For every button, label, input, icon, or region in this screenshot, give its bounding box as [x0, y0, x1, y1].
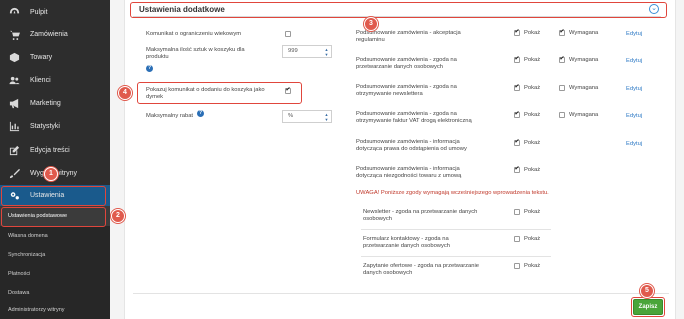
- consent-required-checkbox[interactable]: [559, 28, 565, 36]
- warning-text: UWAGA! Poniższe zgody wymagają wcześniej…: [356, 190, 549, 196]
- consent-required-checkbox[interactable]: [559, 85, 565, 91]
- consent-required-checkbox[interactable]: [559, 55, 565, 63]
- divider: [361, 256, 551, 257]
- sidebar: Pulpit Zamówienia Towary Klienci Marketi…: [0, 0, 110, 319]
- brush-icon: [8, 167, 20, 179]
- sidebar-item-marketing[interactable]: Marketing: [0, 92, 110, 114]
- subnav-synchronizacja[interactable]: Synchronizacja: [0, 245, 110, 265]
- spinner-arrows-icon[interactable]: ▲ ▼: [324, 47, 329, 57]
- subnav-administratorzy-witryny[interactable]: Administratorzy witryny: [0, 300, 110, 319]
- consent-label: Podsumowanie zamówienia - zgoda na przet…: [356, 57, 457, 70]
- annotation-box-popup: [137, 82, 302, 104]
- subnav-platnosci[interactable]: Płatności: [0, 264, 110, 284]
- consent-label: Podsumowanie zamówienia - akceptacja reg…: [356, 30, 461, 43]
- extra-consent-show-label: Pokaż: [524, 236, 541, 242]
- consent-show-checkbox[interactable]: [514, 83, 520, 91]
- max-qty-label: Maksymalna ilość sztuk w koszyku dla pro…: [146, 47, 245, 60]
- consent-show-checkbox[interactable]: [514, 138, 520, 146]
- annotation-box-section: [130, 2, 667, 18]
- consent-required-label: Wymagana: [569, 30, 599, 36]
- consent-required-checkbox[interactable]: [559, 112, 565, 118]
- max-discount-value: %: [288, 113, 294, 119]
- sidebar-item-label: Towary: [30, 53, 53, 61]
- sidebar-item-pulpit[interactable]: Pulpit: [0, 1, 110, 23]
- sidebar-item-label: Statystyki: [30, 122, 60, 130]
- min-age-label: Komunikat o ograniczeniu wiekowym: [146, 31, 242, 37]
- extra-consent-show-checkbox[interactable]: [514, 263, 520, 269]
- sidebar-item-label: Marketing: [30, 99, 61, 107]
- consent-label: Podsumowanie zamówienia - zgoda na otrzy…: [356, 84, 457, 97]
- max-qty-input[interactable]: 999 ▲ ▼: [282, 45, 332, 58]
- consent-edit-link[interactable]: Edytuj: [626, 58, 642, 64]
- consent-show-label: Pokaż: [524, 30, 541, 36]
- annotation-box-save: [631, 297, 665, 317]
- dashboard-icon: [8, 6, 20, 18]
- subnav-wlasna-domena[interactable]: Własna domena: [0, 226, 110, 246]
- sidebar-item-label: Pulpit: [30, 8, 48, 16]
- callout-1: 1: [44, 167, 58, 181]
- annotation-box-subnav: [1, 207, 106, 227]
- extra-consent-show-label: Pokaż: [524, 209, 541, 215]
- consent-edit-link[interactable]: Edytuj: [626, 141, 642, 147]
- megaphone-icon: [8, 97, 20, 109]
- chart-icon: [8, 120, 20, 132]
- sidebar-item-zamowienia[interactable]: Zamówienia: [0, 23, 110, 45]
- callout-2: 2: [111, 209, 125, 223]
- help-icon[interactable]: ?: [146, 65, 153, 72]
- consent-label: Podsumowanie zamówienia - zgoda na otrzy…: [356, 111, 472, 124]
- consent-label: Podsumowanie zamówienia - informacja dot…: [356, 139, 467, 152]
- extra-consent-label: Formularz kontaktowy - zgoda na przetwar…: [363, 236, 451, 249]
- settings-card: Ustawienia dodatkowe ⌄ Komunikat o ogran…: [124, 0, 676, 319]
- consent-show-checkbox[interactable]: [514, 110, 520, 118]
- sidebar-item-label: Zamówienia: [30, 30, 68, 38]
- footer-divider: [133, 293, 669, 294]
- sidebar-item-klienci[interactable]: Klienci: [0, 69, 110, 91]
- divider: [361, 229, 551, 230]
- callout-5: 5: [640, 284, 654, 298]
- edit-icon: [8, 144, 20, 156]
- annotation-box-ustawienia: [1, 186, 106, 206]
- consent-required-label: Wymagana: [569, 85, 599, 91]
- consent-show-label: Pokaż: [524, 112, 541, 118]
- max-discount-label: Maksymalny rabat: [146, 113, 194, 119]
- extra-consent-label: Newsletter - zgoda na przetwarzanie dany…: [363, 209, 478, 222]
- consent-show-label: Pokaż: [524, 85, 541, 91]
- consent-show-label: Pokaż: [524, 167, 541, 173]
- consent-show-label: Pokaż: [524, 57, 541, 63]
- sidebar-item-label: Edycja treści: [30, 146, 70, 154]
- extra-consent-show-checkbox[interactable]: [514, 236, 520, 242]
- callout-3: 3: [364, 17, 378, 31]
- consent-edit-link[interactable]: Edytuj: [626, 113, 642, 119]
- consent-show-label: Pokaż: [524, 140, 541, 146]
- sidebar-item-edycja-tresci[interactable]: Edycja treści: [0, 139, 110, 161]
- box-icon: [8, 51, 20, 63]
- consent-show-checkbox[interactable]: [514, 28, 520, 36]
- cart-icon: [8, 28, 20, 40]
- consent-label: Podsumowanie zamówienia - informacja dot…: [356, 166, 462, 179]
- min-age-checkbox[interactable]: [285, 31, 291, 37]
- consent-required-label: Wymagana: [569, 112, 599, 118]
- consent-show-checkbox[interactable]: [514, 165, 520, 173]
- help-icon[interactable]: ?: [197, 110, 204, 117]
- sidebar-item-label: Klienci: [30, 76, 51, 84]
- extra-consent-show-label: Pokaż: [524, 263, 541, 269]
- consent-edit-link[interactable]: Edytuj: [626, 86, 642, 92]
- max-qty-value: 999: [288, 48, 298, 54]
- consent-show-checkbox[interactable]: [514, 55, 520, 63]
- consent-required-label: Wymagana: [569, 57, 599, 63]
- extra-consent-show-checkbox[interactable]: [514, 209, 520, 215]
- consent-edit-link[interactable]: Edytuj: [626, 31, 642, 37]
- spinner-arrows-icon[interactable]: ▲ ▼: [324, 112, 329, 122]
- users-icon: [8, 74, 20, 86]
- sidebar-item-statystyki[interactable]: Statystyki: [0, 115, 110, 137]
- callout-4: 4: [118, 86, 132, 100]
- max-discount-input[interactable]: % ▲ ▼: [282, 110, 332, 123]
- extra-consent-label: Zapytanie ofertowe - zgoda na przetwarza…: [363, 263, 480, 276]
- sidebar-item-towary[interactable]: Towary: [0, 46, 110, 68]
- main-content: Ustawienia dodatkowe ⌄ Komunikat o ogran…: [110, 0, 684, 319]
